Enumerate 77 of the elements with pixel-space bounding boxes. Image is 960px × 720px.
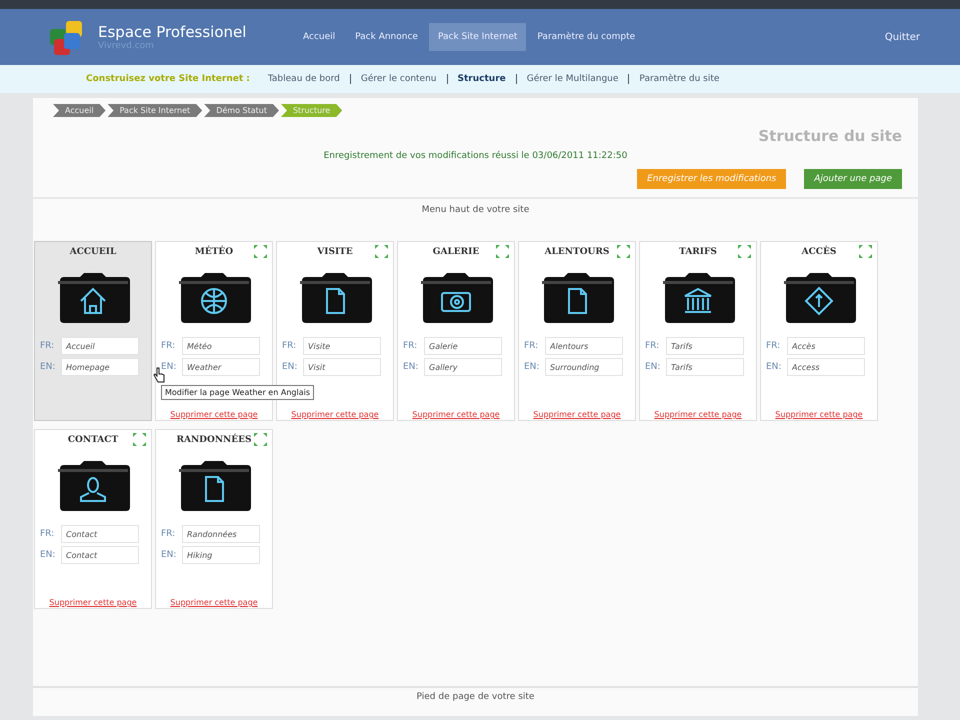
move-icon[interactable] bbox=[254, 433, 267, 446]
language-label: EN: bbox=[766, 362, 782, 372]
input-field[interactable]: Homepage bbox=[61, 358, 139, 376]
footer-label: Pied de page de votre site bbox=[416, 692, 534, 702]
input-field[interactable]: Gallery bbox=[424, 358, 502, 376]
subnav-link[interactable]: Gérer le contenu bbox=[350, 74, 447, 84]
input-field[interactable]: Surrounding bbox=[545, 358, 623, 376]
breadcrumb-item[interactable]: Démo Statut bbox=[204, 104, 279, 117]
language-label: EN: bbox=[161, 362, 178, 372]
move-icon[interactable] bbox=[375, 245, 388, 258]
language-label: EN: bbox=[40, 362, 56, 372]
quit-link[interactable]: Quitter bbox=[884, 32, 920, 42]
input-field[interactable]: Galerie bbox=[424, 337, 502, 355]
delete-link[interactable]: Supprimer cette page bbox=[533, 410, 621, 419]
delete-link[interactable]: Supprimer cette page bbox=[291, 410, 379, 419]
page-title: ALENTOURS bbox=[544, 247, 610, 257]
language-label: FR: bbox=[645, 341, 660, 351]
language-label: FR: bbox=[161, 529, 176, 539]
tooltip: Modifier la page Weather en Anglais bbox=[161, 385, 314, 400]
language-label: EN: bbox=[161, 550, 178, 560]
subnav-link[interactable]: Gérer le Multilangue bbox=[516, 74, 628, 84]
move-icon[interactable] bbox=[254, 245, 267, 258]
page-title: VISITE bbox=[317, 247, 353, 257]
page-title: RANDONNÉES bbox=[176, 435, 252, 445]
language-label: EN: bbox=[40, 550, 56, 560]
delete-link[interactable]: Supprimer cette page bbox=[412, 410, 500, 419]
delete-link[interactable]: Supprimer cette page bbox=[775, 410, 863, 419]
language-label: EN: bbox=[524, 362, 540, 372]
input-field[interactable]: Visit bbox=[303, 358, 381, 376]
breadcrumb-item[interactable]: Pack Site Internet bbox=[108, 104, 202, 117]
input-field[interactable]: Hiking bbox=[182, 546, 260, 564]
language-label: EN: bbox=[403, 362, 420, 372]
nav-tab[interactable]: Accueil bbox=[294, 23, 344, 51]
delete-link[interactable]: Supprimer cette page bbox=[49, 598, 137, 607]
input-field[interactable]: Contact bbox=[61, 546, 139, 564]
delete-link[interactable]: Supprimer cette page bbox=[170, 410, 258, 419]
page-title: ACCÈS bbox=[802, 247, 836, 257]
page-title: MÉTÉO bbox=[194, 247, 234, 257]
language-label: FR: bbox=[766, 341, 782, 351]
subnav-link[interactable]: Structure bbox=[446, 74, 516, 84]
language-label: FR: bbox=[524, 341, 540, 351]
top-menu-label: Menu haut de votre site bbox=[422, 205, 530, 215]
brand-name: Espace Professionel bbox=[98, 23, 248, 41]
input-field[interactable]: Visite bbox=[303, 337, 381, 355]
input-field[interactable]: Randonnées bbox=[182, 525, 260, 543]
move-icon[interactable] bbox=[617, 245, 630, 258]
move-icon[interactable] bbox=[496, 245, 509, 258]
input-field[interactable]: Contact bbox=[61, 525, 139, 543]
language-label: EN: bbox=[645, 362, 662, 372]
subnav-link[interactable]: Tableau de bord bbox=[258, 74, 350, 84]
section-title: Structure du site bbox=[758, 127, 902, 145]
input-field[interactable]: Weather bbox=[182, 358, 260, 376]
subnav-title: Construisez votre Site Internet : bbox=[86, 74, 250, 84]
delete-link[interactable]: Supprimer cette page bbox=[654, 410, 742, 419]
subnav-link[interactable]: Paramètre du site bbox=[628, 74, 730, 84]
page-title: GALERIE bbox=[432, 247, 480, 257]
input-field[interactable]: Tarifs bbox=[666, 337, 744, 355]
page-title: CONTACT bbox=[68, 435, 118, 445]
language-label: FR: bbox=[282, 341, 298, 351]
language-label: FR: bbox=[40, 529, 56, 539]
language-label: FR: bbox=[40, 341, 56, 351]
success-message: Enregistrement de vos modifications réussi le 03/06/2011 11:22:50 bbox=[324, 151, 628, 161]
nav-tab[interactable]: Paramètre du compte bbox=[528, 23, 644, 51]
page-title: ACCUEIL bbox=[70, 247, 116, 257]
delete-link[interactable]: Supprimer cette page bbox=[170, 598, 258, 607]
language-label: FR: bbox=[403, 341, 418, 351]
move-icon[interactable] bbox=[859, 245, 872, 258]
move-icon[interactable] bbox=[133, 433, 146, 446]
input-field[interactable]: Météo bbox=[182, 337, 260, 355]
nav-tab[interactable]: Pack Annonce bbox=[346, 23, 427, 51]
breadcrumb-item[interactable]: Accueil bbox=[53, 104, 106, 117]
language-label: EN: bbox=[282, 362, 298, 372]
add-page-button[interactable]: Ajouter une page bbox=[804, 169, 902, 189]
move-icon[interactable] bbox=[738, 245, 751, 258]
page-title: TARIFS bbox=[679, 247, 717, 257]
input-field[interactable]: Tarifs bbox=[666, 358, 744, 376]
language-label: FR: bbox=[161, 341, 176, 351]
